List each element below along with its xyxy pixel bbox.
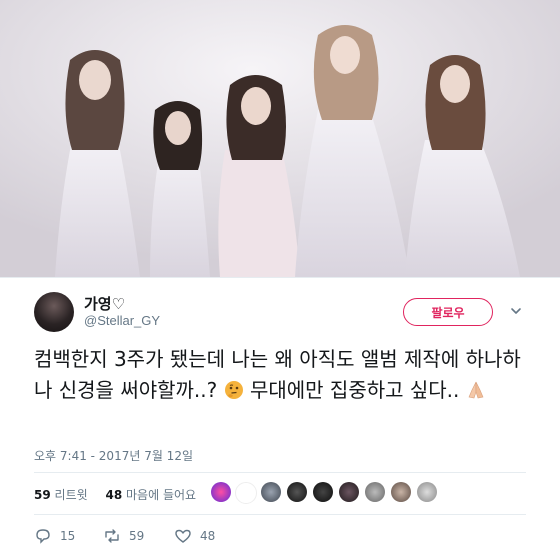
liker-avatar[interactable]	[261, 482, 281, 502]
author-handle[interactable]: @Stellar_GY	[84, 313, 160, 328]
reply-action[interactable]: 15	[34, 527, 75, 545]
retweet-action[interactable]: 59	[103, 527, 144, 545]
likes-label[interactable]: 마음에 들어요	[126, 488, 196, 502]
retweet-icon	[105, 529, 119, 543]
group-photo-illustration	[0, 0, 560, 277]
author-avatar[interactable]	[34, 292, 74, 332]
tweet-photo[interactable]	[0, 0, 560, 277]
tweet-text: 컴백한지 3주가 됐는데 나는 왜 아직도 앨범 제작에 하나하나 신경을 써야…	[34, 344, 534, 406]
retweets-count[interactable]: 59	[34, 488, 51, 502]
thinking-face-icon	[224, 381, 243, 399]
retweets-label[interactable]: 리트윗	[55, 488, 88, 502]
reply-icon	[36, 529, 50, 544]
liker-avatar[interactable]	[313, 482, 333, 502]
stats-divider-bottom	[34, 514, 526, 515]
folded-hands-icon	[468, 381, 484, 399]
engagement-stats: 59 리트윗 48 마음에 들어요	[34, 486, 196, 503]
reply-count: 15	[60, 529, 76, 543]
liker-avatar[interactable]	[287, 482, 307, 502]
chevron-down-icon[interactable]	[509, 304, 523, 318]
like-action[interactable]: 48	[174, 527, 215, 545]
like-count: 48	[200, 529, 216, 543]
liker-avatar[interactable]	[391, 482, 411, 502]
retweet-count: 59	[129, 529, 145, 543]
follow-button[interactable]: 팔로우	[403, 298, 493, 326]
tweet-timestamp[interactable]: 오후 7:41 - 2017년 7월 12일	[34, 447, 193, 464]
tweet-text-tail: 무대에만 집중하고 싶다..	[249, 378, 460, 402]
likes-count[interactable]: 48	[105, 488, 122, 502]
liker-avatar[interactable]	[339, 482, 359, 502]
photo-divider	[0, 277, 560, 278]
stats-divider-top	[34, 472, 526, 473]
liker-avatar[interactable]	[235, 482, 257, 504]
heart-icon	[175, 529, 191, 543]
liker-avatar[interactable]	[211, 482, 231, 502]
liker-avatar[interactable]	[417, 482, 437, 502]
liker-avatar[interactable]	[365, 482, 385, 502]
author-name[interactable]: 가영♡	[84, 293, 125, 314]
